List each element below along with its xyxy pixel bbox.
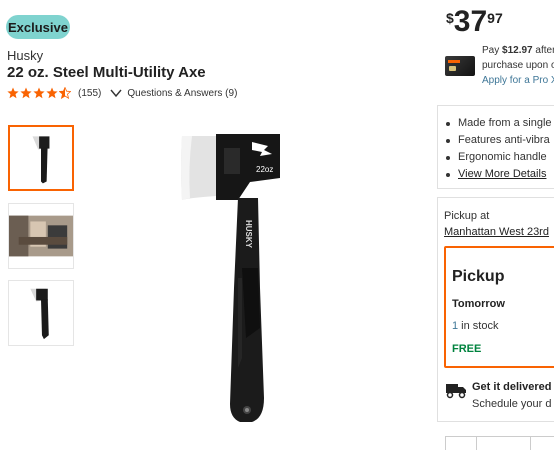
pickup-date: Tomorrow — [452, 298, 505, 310]
quantity-stepper[interactable] — [445, 436, 554, 450]
pickup-option-card[interactable]: Pickup Tomorrow 1 in stock FREE — [444, 246, 554, 368]
feature-item: Made from a single — [446, 115, 552, 132]
product-main-image[interactable]: 22oz HUSKY — [168, 128, 308, 428]
exclusive-badge: Exclusive — [6, 15, 70, 39]
pickup-price: FREE — [452, 343, 482, 355]
axe-lifestyle-thumbnail-image — [9, 204, 73, 268]
thumbnail-axe-front[interactable] — [8, 125, 74, 191]
head-weight-text: 22oz — [256, 165, 273, 174]
rating-row: (155) Questions & Answers (9) — [7, 86, 237, 100]
half-star-icon — [59, 87, 71, 99]
pickup-at-label: Pickup at — [444, 210, 490, 222]
star-icon — [20, 87, 32, 99]
handle-brand-text: HUSKY — [244, 220, 253, 249]
rating-stars[interactable] — [7, 87, 72, 99]
thumbnail-axe-angle[interactable] — [8, 280, 74, 346]
price-cents: 97 — [487, 10, 503, 26]
financing-promo: Pay $12.97 after purchase upon o Apply f… — [482, 43, 554, 88]
features-box: Made from a single Features anti-vibra E… — [437, 105, 554, 189]
delivery-title: Get it delivered — [472, 381, 552, 393]
pickup-title: Pickup — [452, 268, 505, 285]
delivery-truck-icon — [446, 384, 466, 399]
star-icon — [46, 87, 58, 99]
delivery-subtitle: Schedule your d — [472, 398, 552, 410]
star-icon — [33, 87, 45, 99]
store-link[interactable]: Manhattan West 23rd — [444, 226, 549, 238]
chevron-down-icon — [110, 89, 122, 98]
axe-thumbnail-image — [32, 136, 50, 184]
thumbnail-axe-in-use[interactable] — [8, 203, 74, 269]
stock-status: 1 in stock — [452, 320, 499, 332]
price-dollars: 37 — [453, 5, 488, 38]
product-title: 22 oz. Steel Multi-Utility Axe — [7, 64, 206, 81]
price: $ 37 97 — [446, 6, 503, 38]
price-currency: $ — [446, 10, 454, 26]
credit-card-icon — [445, 56, 475, 76]
view-more-details-link[interactable]: View More Details — [446, 166, 552, 183]
qa-label: Questions & Answers (9) — [127, 87, 238, 99]
apply-pro-link[interactable]: Apply for a Pro X — [482, 73, 554, 88]
star-icon — [7, 87, 19, 99]
feature-item: Features anti-vibra — [446, 132, 552, 149]
axe-angle-thumbnail-image — [30, 288, 49, 340]
review-count[interactable]: (155) — [78, 88, 101, 99]
brand-link[interactable]: Husky — [7, 48, 43, 63]
promo-amount: $12.97 — [502, 45, 533, 56]
questions-answers-link[interactable]: Questions & Answers (9) — [109, 86, 237, 100]
feature-item: Ergonomic handle — [446, 149, 552, 166]
